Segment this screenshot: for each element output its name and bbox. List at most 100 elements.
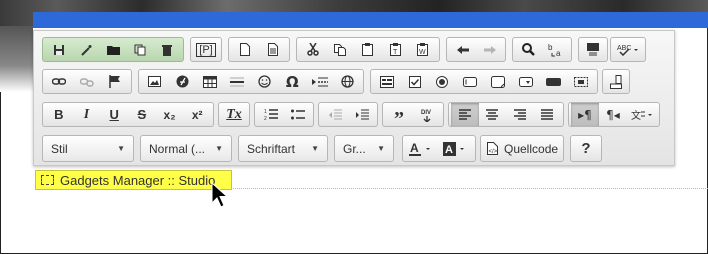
paste-word-icon[interactable]: W [409,38,437,61]
blockquote-icon[interactable]: ” [385,103,413,129]
page-break-icon[interactable] [306,70,334,93]
indent-group [318,102,378,127]
numbered-list-icon[interactable]: 12 [257,103,284,126]
link-icon[interactable] [45,70,73,93]
italic-button[interactable]: I [73,103,101,126]
size-combo[interactable]: Gr... ▼ [334,135,394,162]
trash-icon[interactable] [154,38,181,61]
chevron-down-icon: ▼ [311,144,319,153]
redo-icon[interactable] [476,38,503,61]
radio-icon[interactable] [429,70,457,93]
iframe-globe-icon[interactable] [334,70,362,93]
svg-text:a: a [556,49,561,57]
form-icon[interactable] [373,70,401,93]
ltr-icon[interactable]: ▸¶ [571,103,599,126]
superscript-button[interactable]: x² [183,103,211,126]
svg-text:A: A [445,144,453,156]
magic-wand-icon[interactable] [72,38,99,61]
undo-icon[interactable] [449,38,476,61]
svg-text:2: 2 [264,116,267,121]
indent-icon[interactable] [348,103,375,126]
placeholder-group: [P] [190,37,222,62]
background-image-shade [0,26,33,92]
page-group [228,37,290,62]
help-button[interactable]: ? [573,137,599,160]
textfield-icon[interactable] [456,70,484,93]
svg-text:ABC: ABC [617,45,631,52]
svg-text:1: 1 [264,109,267,115]
document-group [42,37,184,62]
strike-label: S [137,107,147,122]
unlink-icon[interactable] [73,70,101,93]
font-combo[interactable]: Schriftart ▼ [238,135,328,162]
new-page-icon[interactable] [231,38,259,61]
special-char-icon[interactable]: Ω [279,70,307,93]
image-icon[interactable] [141,70,169,93]
textarea-icon[interactable] [484,70,512,93]
align-justify-icon[interactable] [534,103,562,126]
replace-icon[interactable]: ba [542,38,569,61]
source-label: Quellcode [504,141,559,156]
horizontal-rule-icon[interactable] [224,70,252,93]
italic-label: I [83,106,90,122]
source-button[interactable]: </> Quellcode [483,137,561,160]
bulleted-list-icon[interactable] [284,103,311,126]
bold-button[interactable]: B [45,103,73,126]
paste-icon[interactable] [354,38,382,61]
outdent-icon[interactable] [321,103,348,126]
checkbox-icon[interactable] [401,70,429,93]
language-icon[interactable]: 文 [627,103,657,126]
placeholder-button[interactable]: [P] [193,38,219,61]
bold-label: B [54,107,64,122]
blue-header-bar [33,12,708,28]
basic-style-group: B I U S x₂ x² [42,102,214,127]
copy-icon[interactable] [327,38,355,61]
save-icon[interactable] [45,38,72,61]
table-icon[interactable] [196,70,224,93]
hidden-field-icon[interactable] [567,70,595,93]
dotted-separator [233,188,708,189]
background-color-button[interactable]: A [439,137,473,160]
mouse-cursor-icon [211,182,229,208]
strike-button[interactable]: S [128,103,156,126]
format-combo[interactable]: Normal (... ▼ [140,135,232,162]
chevron-down-icon: ▼ [377,144,385,153]
smiley-icon[interactable] [251,70,279,93]
format-block-icon[interactable] [581,38,605,61]
element-tag[interactable]: Gadgets Manager :: Studio [35,170,232,190]
cut-icon[interactable] [299,38,327,61]
spellcheck-icon[interactable]: ABC [613,38,643,61]
flash-icon[interactable] [169,70,197,93]
folder-icon[interactable] [99,38,126,61]
remove-format-button[interactable]: Tx [221,103,247,126]
page-text-icon[interactable] [259,38,287,61]
svg-text:A: A [410,142,419,155]
link-group [42,69,132,94]
svg-text:</>: </> [489,149,498,155]
copy-document-icon[interactable] [127,38,154,61]
search-icon[interactable] [515,38,542,61]
style-combo[interactable]: Stil ▼ [42,135,134,162]
rtl-icon[interactable]: ¶◂ [599,103,627,126]
svg-text:文: 文 [631,109,641,121]
chevron-down-icon: ▼ [117,144,125,153]
align-center-icon[interactable] [479,103,507,126]
remove-format-group: Tx [218,102,250,127]
align-right-icon[interactable] [506,103,534,126]
align-left-icon[interactable] [451,103,479,126]
subscript-button[interactable]: x₂ [156,103,184,126]
button-icon[interactable] [540,70,568,93]
spellcheck-group: ABC [610,37,646,62]
paste-text-icon[interactable]: T [382,38,410,61]
form-group [370,69,598,94]
select-icon[interactable] [512,70,540,93]
show-blocks-icon[interactable] [605,70,627,93]
underline-button[interactable]: U [100,103,128,126]
create-div-icon[interactable]: DIV [413,103,441,126]
svg-text:T: T [393,49,398,56]
source-icon: </> [487,142,498,155]
anchor-flag-icon[interactable] [101,70,129,93]
editor-toolbar: [P] T W b a ABC Ω B I U S x₂ x² Tx 1 2 ”… [33,30,675,166]
text-color-button[interactable]: A [405,137,439,160]
clipboard-group: T W [296,37,440,62]
